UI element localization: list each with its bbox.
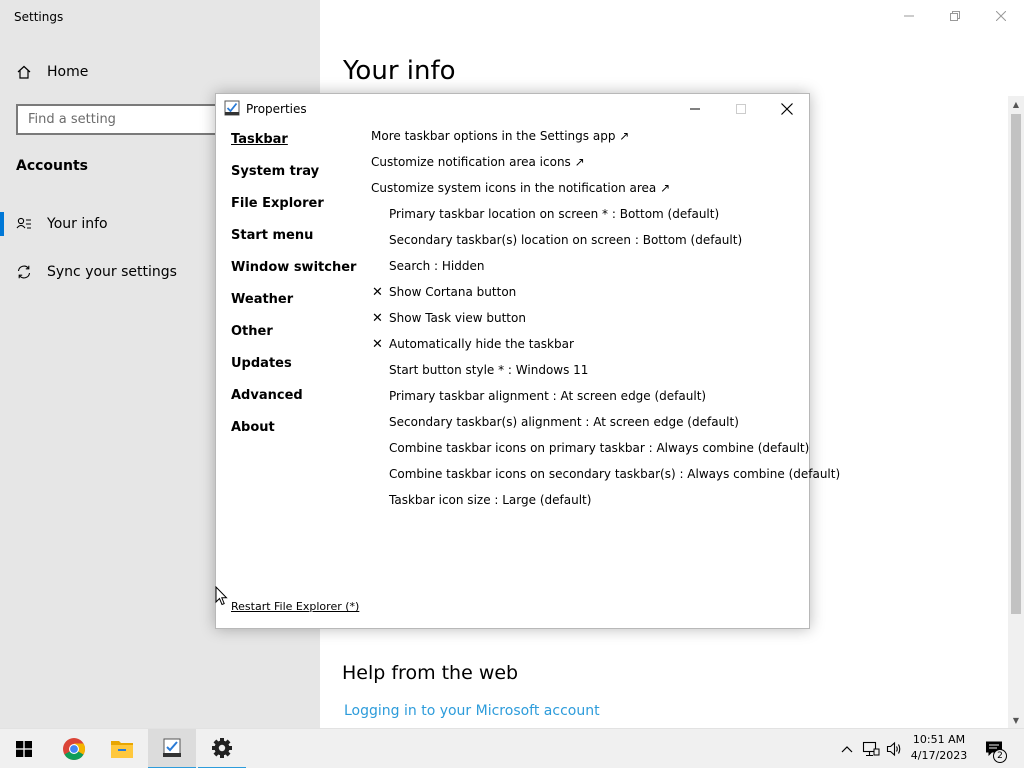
settings-window-title: Settings — [14, 10, 64, 24]
network-icon — [862, 741, 880, 757]
properties-app-icon — [224, 100, 240, 116]
scrollbar[interactable]: ▲ ▼ — [1008, 96, 1024, 728]
primary-taskbar-alignment-option[interactable]: Primary taskbar alignment : At screen ed… — [371, 389, 801, 415]
restore-button[interactable] — [932, 0, 978, 32]
restore-icon — [950, 11, 960, 21]
maximize-icon — [736, 104, 746, 114]
speaker-icon — [886, 741, 901, 757]
maximize-button — [718, 94, 764, 124]
volume-button[interactable] — [884, 729, 904, 768]
primary-taskbar-location-option[interactable]: Primary taskbar location on screen * : B… — [371, 207, 801, 233]
dialog-title: Properties — [246, 102, 307, 116]
sidebar-item-your-info[interactable]: Your info — [16, 216, 108, 232]
nav-tab-window-switcher[interactable]: Window switcher — [231, 260, 361, 292]
combine-secondary-option[interactable]: Combine taskbar icons on secondary taskb… — [371, 467, 840, 493]
nav-tab-system-tray[interactable]: System tray — [231, 164, 361, 196]
taskbar-chrome[interactable] — [50, 729, 98, 768]
close-icon — [781, 103, 793, 115]
clock-time: 10:51 AM — [912, 733, 966, 746]
sidebar-item-label: Sync your settings — [47, 264, 177, 280]
sidebar-item-sync-settings[interactable]: Sync your settings — [16, 264, 177, 280]
unchecked-mark-icon: ✕ — [372, 285, 383, 300]
unchecked-mark-icon: ✕ — [372, 337, 383, 352]
properties-nav: Taskbar System tray File Explorer Start … — [231, 132, 361, 452]
home-icon — [16, 64, 32, 80]
section-heading: Accounts — [16, 158, 89, 174]
minimize-icon — [690, 108, 700, 110]
help-section-heading: Help from the web — [342, 662, 519, 684]
active-item-indicator — [0, 212, 4, 236]
nav-tab-updates[interactable]: Updates — [231, 356, 361, 388]
icon-size-option[interactable]: Taskbar icon size : Large (default) — [371, 493, 801, 519]
secondary-taskbar-alignment-option[interactable]: Secondary taskbar(s) alignment : At scre… — [371, 415, 801, 441]
properties-titlebar[interactable]: Properties — [216, 94, 809, 124]
nav-tab-taskbar[interactable]: Taskbar — [231, 132, 361, 164]
nav-tab-start-menu[interactable]: Start menu — [231, 228, 361, 260]
sidebar-item-home[interactable]: Home — [16, 64, 88, 80]
system-icons-link[interactable]: Customize system icons in the notificati… — [371, 181, 801, 207]
taskbar-settings[interactable] — [198, 729, 246, 768]
nav-tab-about[interactable]: About — [231, 420, 361, 452]
close-icon — [996, 11, 1006, 21]
minimize-icon — [904, 15, 914, 17]
cortana-checkbox[interactable]: ✕ Show Cortana button — [371, 285, 801, 311]
nav-tab-file-explorer[interactable]: File Explorer — [231, 196, 361, 228]
notification-count-badge: 2 — [993, 749, 1007, 763]
properties-dialog: Properties Taskbar System tray File Expl… — [215, 93, 840, 629]
minimize-button[interactable] — [672, 94, 718, 124]
settings-app-options-link[interactable]: More taskbar options in the Settings app… — [371, 129, 801, 155]
taskbar-file-explorer[interactable] — [98, 729, 146, 768]
close-button[interactable] — [764, 94, 810, 124]
page-title: Your info — [343, 56, 456, 86]
nav-tab-other[interactable]: Other — [231, 324, 361, 356]
sidebar-item-label: Home — [47, 64, 89, 80]
nav-tab-advanced[interactable]: Advanced — [231, 388, 361, 420]
unchecked-mark-icon: ✕ — [372, 311, 383, 326]
mouse-cursor-icon — [215, 586, 228, 606]
option-label: Show Cortana button — [389, 285, 517, 299]
start-button-style-option[interactable]: Start button style * : Windows 11 — [371, 363, 801, 389]
sync-icon — [16, 264, 32, 280]
restart-file-explorer-link[interactable]: Restart File Explorer (*) — [231, 600, 359, 613]
network-button[interactable] — [860, 729, 882, 768]
minimize-button[interactable] — [886, 0, 932, 32]
sidebar-item-label: Your info — [47, 216, 108, 232]
clock-date: 4/17/2023 — [910, 749, 968, 762]
file-explorer-icon — [111, 741, 133, 758]
show-hidden-icons-button[interactable] — [838, 729, 856, 768]
combine-primary-option[interactable]: Combine taskbar icons on primary taskbar… — [371, 441, 809, 467]
chevron-up-icon — [841, 746, 853, 753]
settings-gear-icon — [212, 738, 232, 758]
nav-tab-weather[interactable]: Weather — [231, 292, 361, 324]
scroll-down-icon[interactable]: ▼ — [1008, 712, 1024, 728]
search-option[interactable]: Search : Hidden — [371, 259, 801, 285]
start-icon — [16, 741, 32, 757]
option-label: Automatically hide the taskbar — [389, 337, 574, 351]
start-button[interactable] — [0, 729, 48, 768]
notification-icons-link[interactable]: Customize notification area icons ↗ — [371, 155, 801, 181]
person-list-icon — [16, 216, 32, 232]
taskbar-properties[interactable] — [148, 729, 196, 768]
action-center-button[interactable] — [980, 729, 1008, 768]
scroll-up-icon[interactable]: ▲ — [1008, 96, 1024, 112]
option-label: Show Task view button — [389, 311, 526, 325]
clock[interactable]: 10:51 AM 4/17/2023 — [906, 732, 972, 764]
task-view-checkbox[interactable]: ✕ Show Task view button — [371, 311, 801, 337]
scrollbar-thumb[interactable] — [1011, 114, 1021, 614]
close-button[interactable] — [978, 0, 1024, 32]
secondary-taskbar-location-option[interactable]: Secondary taskbar(s) location on screen … — [371, 233, 801, 259]
help-link[interactable]: Logging in to your Microsoft account — [344, 703, 600, 719]
autohide-taskbar-checkbox[interactable]: ✕ Automatically hide the taskbar — [371, 337, 801, 363]
taskbar: 10:51 AM 4/17/2023 — [0, 728, 1024, 768]
properties-app-icon — [163, 738, 181, 757]
chrome-icon — [63, 738, 85, 760]
taskbar-options-list: More taskbar options in the Settings app… — [371, 129, 840, 519]
